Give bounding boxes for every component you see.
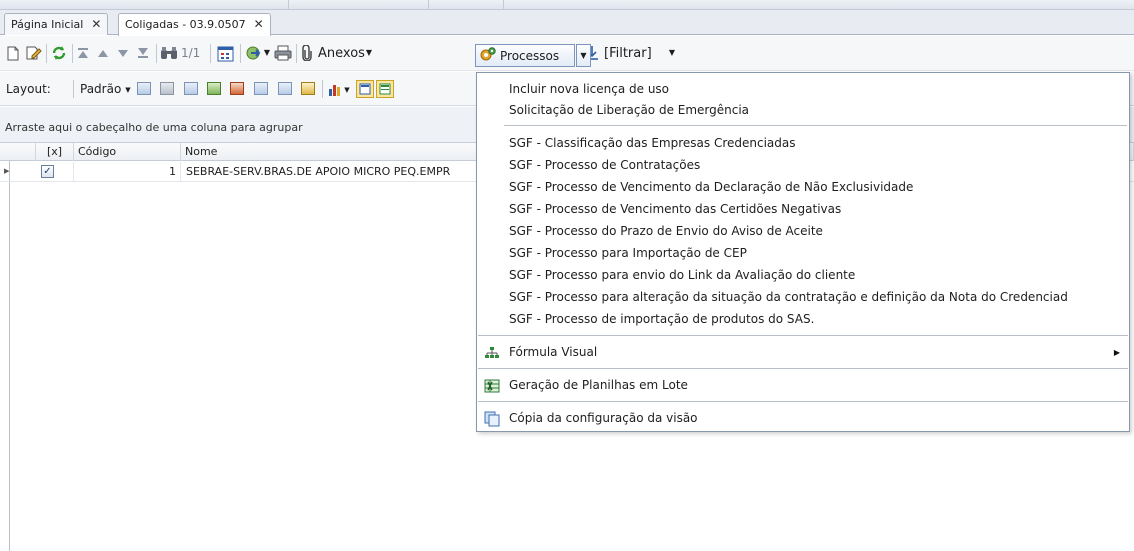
- toolbar-divider: [296, 44, 297, 63]
- tab-label: Página Inicial: [11, 18, 84, 31]
- processos-gear-icon: [480, 46, 496, 65]
- toolbar-divider: [72, 44, 73, 63]
- tab-pagina-inicial[interactable]: Página Inicial ✕: [4, 13, 109, 35]
- row-indicator-icon: ▶: [4, 167, 10, 175]
- column-header-select[interactable]: [x]: [36, 143, 74, 161]
- group-by-hint: Arraste aqui o cabeçalho de uma coluna p…: [5, 121, 303, 134]
- format-layout-icon[interactable]: [301, 82, 315, 95]
- menu-item-sgf-importacao-produtos[interactable]: SGF - Processo de importação de produtos…: [509, 309, 814, 330]
- export-layout-icon[interactable]: [230, 82, 244, 95]
- next-record-icon[interactable]: [116, 46, 130, 60]
- menu-item-sgf-contratacoes[interactable]: SGF - Processo de Contratações: [509, 155, 700, 176]
- menu-separator: [504, 125, 1127, 126]
- menu-item-sgf-certidoes[interactable]: SGF - Processo de Vencimento das Certidõ…: [509, 199, 841, 220]
- columns-layout-icon[interactable]: [184, 82, 198, 95]
- copy-icon: [484, 411, 500, 427]
- menu-item-sgf-link-avaliacao[interactable]: SGF - Processo para envio do Link da Ava…: [509, 265, 855, 286]
- menu-item-sgf-classificacao[interactable]: SGF - Classificação das Empresas Credenc…: [509, 133, 796, 154]
- tab-label: Coligadas - 03.9.0507: [125, 18, 246, 31]
- row-select-cell[interactable]: ✓: [36, 162, 74, 182]
- processos-dropdown-arrow-icon[interactable]: ▼: [576, 44, 591, 67]
- view-toggle-2-icon[interactable]: [376, 80, 394, 98]
- save-layout-icon[interactable]: [137, 82, 151, 95]
- ribbon-divider: [503, 0, 504, 10]
- document-tab-strip: Página Inicial ✕ Coligadas - 03.9.0507 ✕: [0, 10, 1134, 36]
- paperclip-icon[interactable]: [300, 45, 314, 61]
- tab-coligadas[interactable]: Coligadas - 03.9.0507 ✕: [118, 13, 271, 36]
- menu-item-sgf-aviso-aceite[interactable]: SGF - Processo do Prazo de Envio do Avis…: [509, 221, 823, 242]
- page-counter: 1/1: [181, 46, 201, 60]
- export-icon[interactable]: [245, 45, 263, 61]
- close-icon[interactable]: ✕: [254, 14, 264, 34]
- sort-layout-icon[interactable]: [278, 82, 292, 95]
- new-document-icon[interactable]: [6, 45, 20, 61]
- menu-item-sgf-alteracao-situacao[interactable]: SGF - Processo para alteração da situaçã…: [509, 287, 1068, 308]
- toolbar-divider: [46, 44, 47, 63]
- menu-item-geracao-planilhas[interactable]: Geração de Planilhas em Lote: [478, 375, 1128, 396]
- toolbar-divider: [73, 80, 74, 98]
- menu-item-sgf-importacao-cep[interactable]: SGF - Processo para Importação de CEP: [509, 243, 747, 264]
- grid-left-border: [9, 143, 10, 551]
- previous-record-icon[interactable]: [96, 46, 110, 60]
- ribbon-divider: [428, 0, 429, 10]
- anexos-dropdown-arrow-icon[interactable]: ▼: [365, 48, 373, 58]
- geracao-planilhas-label: Geração de Planilhas em Lote: [509, 378, 688, 392]
- print-icon[interactable]: [274, 45, 292, 61]
- filtrar-button[interactable]: [Filtrar]: [604, 46, 652, 61]
- column-header-codigo[interactable]: Código: [74, 143, 181, 161]
- toolbar-divider: [240, 44, 241, 63]
- hierarchy-icon: [484, 345, 500, 361]
- layout-select[interactable]: Padrão: [80, 82, 121, 96]
- filtrar-dropdown-arrow-icon[interactable]: ▼: [668, 48, 676, 58]
- binoculars-icon[interactable]: [160, 45, 178, 61]
- import-layout-icon[interactable]: [207, 82, 221, 95]
- toolbar-divider: [322, 80, 323, 98]
- toolbar-divider: [156, 44, 157, 63]
- processos-dropdown-menu: Incluir nova licença de uso Solicitação …: [476, 72, 1130, 432]
- export-dropdown-arrow-icon[interactable]: ▼: [263, 48, 271, 58]
- ribbon-strip-clipped: [0, 0, 1134, 10]
- cell-nome: SEBRAE-SERV.BRAS.DE APOIO MICRO PEQ.EMPR: [181, 162, 481, 182]
- spreadsheet-icon: [484, 378, 500, 394]
- ribbon-divider: [288, 0, 289, 10]
- group-layout-icon[interactable]: [254, 82, 268, 95]
- chart-dropdown-arrow-icon[interactable]: ▼: [343, 85, 351, 95]
- formula-visual-label: Fórmula Visual: [509, 345, 598, 359]
- row-checkbox[interactable]: ✓: [41, 165, 54, 178]
- calendar-grid-icon[interactable]: [216, 45, 234, 62]
- first-record-icon[interactable]: [76, 46, 90, 60]
- last-record-icon[interactable]: [136, 46, 150, 60]
- delete-layout-icon[interactable]: [160, 82, 174, 95]
- layout-dropdown-arrow-icon[interactable]: ▼: [124, 85, 132, 95]
- refresh-icon[interactable]: [50, 44, 68, 62]
- menu-separator: [478, 335, 1128, 336]
- copia-configuracao-label: Cópia da configuração da visão: [509, 411, 698, 425]
- layout-label: Layout:: [6, 82, 51, 96]
- menu-item-formula-visual[interactable]: Fórmula Visual ▶: [478, 342, 1128, 363]
- menu-item-incluir-licenca[interactable]: Incluir nova licença de uso: [509, 79, 669, 100]
- menu-separator: [478, 368, 1128, 369]
- close-icon[interactable]: ✕: [91, 14, 101, 34]
- view-toggle-1-icon[interactable]: [356, 80, 374, 98]
- cell-codigo: 1: [74, 162, 181, 182]
- menu-item-copia-configuracao[interactable]: Cópia da configuração da visão: [478, 408, 1128, 429]
- processos-label: Processos: [500, 48, 560, 63]
- toolbar-divider: [210, 44, 211, 63]
- menu-separator: [478, 401, 1128, 402]
- anexos-button[interactable]: Anexos: [318, 46, 365, 61]
- submenu-arrow-icon: ▶: [1113, 348, 1120, 357]
- menu-item-sgf-nao-exclusividade[interactable]: SGF - Processo de Vencimento da Declaraç…: [509, 177, 913, 198]
- menu-item-liberacao-emergencia[interactable]: Solicitação de Liberação de Emergência: [509, 100, 749, 121]
- edit-document-icon[interactable]: [26, 45, 42, 61]
- chart-icon[interactable]: [327, 81, 343, 97]
- processos-button[interactable]: Processos: [475, 44, 575, 67]
- row-indicator-header: [10, 143, 36, 161]
